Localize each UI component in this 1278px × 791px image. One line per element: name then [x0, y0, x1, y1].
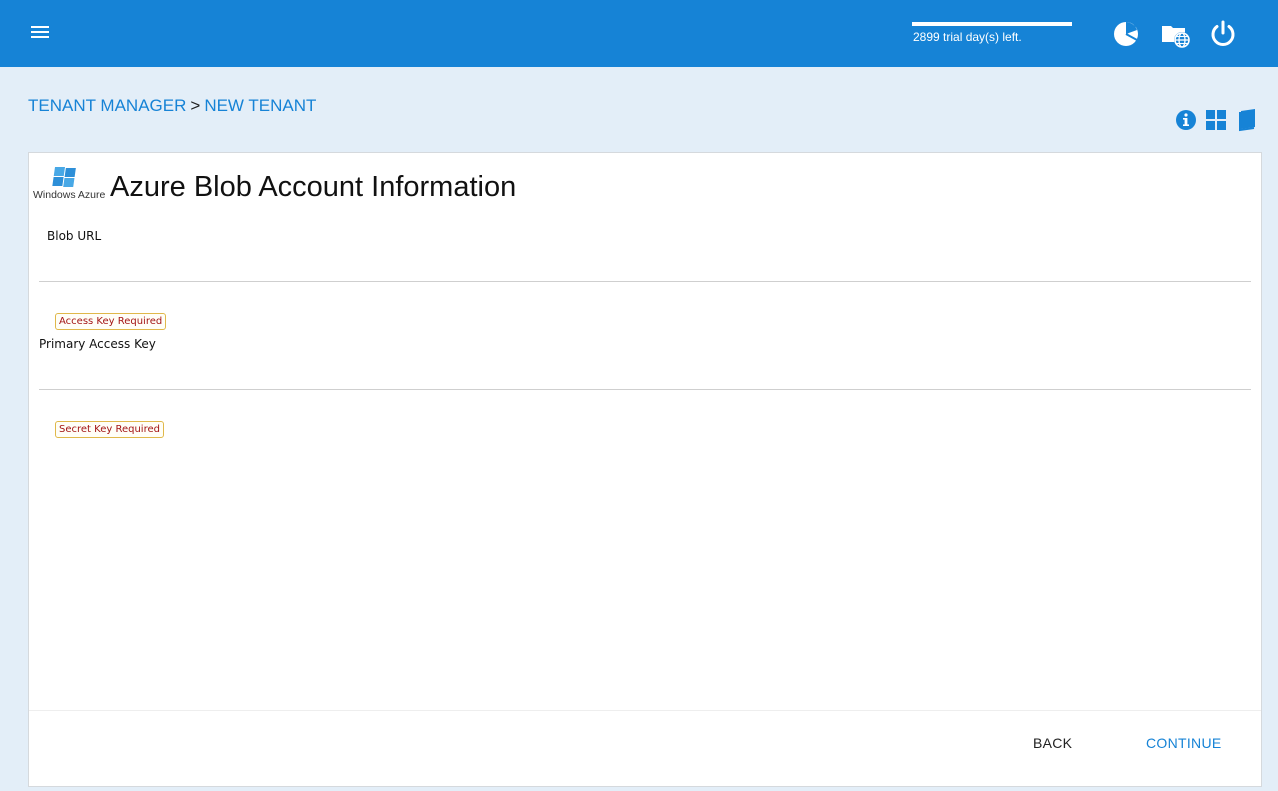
page-title: Azure Blob Account Information — [110, 171, 517, 203]
blob-url-label: Blob URL — [47, 229, 102, 243]
trial-days-text: 2899 trial day(s) left. — [913, 30, 1022, 44]
book-icon[interactable] — [1236, 108, 1260, 132]
menu-icon[interactable] — [28, 22, 52, 44]
breadcrumb: TENANT MANAGER > NEW TENANT — [28, 96, 316, 116]
breadcrumb-new-tenant[interactable]: NEW TENANT — [204, 96, 316, 115]
info-icon[interactable] — [1174, 108, 1198, 132]
secret-key-required-badge: Secret Key Required — [55, 421, 164, 438]
back-button[interactable]: BACK — [1033, 735, 1072, 751]
continue-button[interactable]: CONTINUE — [1146, 735, 1222, 751]
primary-access-key-input[interactable] — [39, 364, 1251, 390]
power-icon[interactable] — [1207, 18, 1239, 50]
trial-progress-bar — [912, 22, 1072, 26]
windows-azure-logo: Windows Azure — [31, 165, 111, 201]
access-key-required-badge: Access Key Required — [55, 313, 167, 330]
trial-progress-fill — [912, 22, 1072, 26]
dashboard-pie-icon[interactable] — [1110, 18, 1142, 50]
primary-access-key-label: Primary Access Key — [39, 337, 156, 351]
card-footer: BACK CONTINUE — [29, 710, 1261, 786]
grid-icon[interactable] — [1204, 108, 1228, 132]
breadcrumb-separator: > — [190, 96, 201, 115]
app-header: 2899 trial day(s) left. — [0, 0, 1278, 67]
azure-blob-form-card: Windows Azure Azure Blob Account Informa… — [28, 152, 1262, 787]
breadcrumb-tenant-manager[interactable]: TENANT MANAGER — [28, 96, 186, 115]
logo-text: Windows Azure — [33, 189, 106, 201]
folder-globe-icon[interactable] — [1160, 18, 1192, 50]
trial-status: 2899 trial day(s) left. — [912, 22, 1072, 44]
blob-url-input[interactable] — [39, 256, 1251, 282]
